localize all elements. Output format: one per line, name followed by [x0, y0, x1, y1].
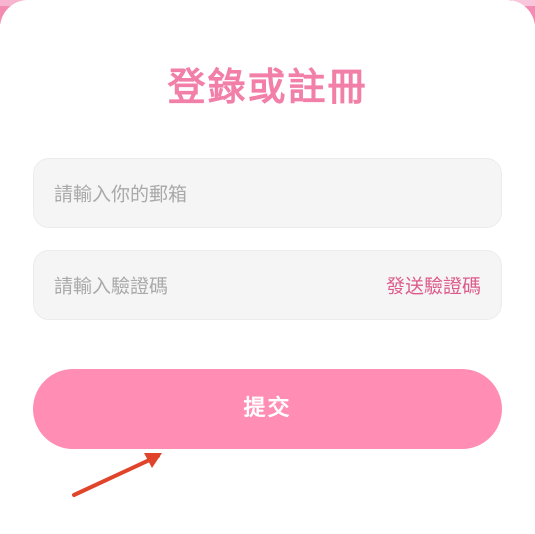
submit-button[interactable]: 提交 — [33, 369, 502, 449]
send-code-button[interactable]: 發送驗證碼 — [386, 272, 481, 299]
verification-code-field[interactable]: 請輸入驗證碼 發送驗證碼 — [33, 250, 502, 320]
page-title: 登錄或註冊 — [167, 65, 368, 109]
email-field[interactable]: 請輸入你的郵箱 — [33, 158, 502, 228]
email-placeholder: 請輸入你的郵箱 — [54, 183, 188, 206]
arrow-icon — [72, 453, 162, 497]
verification-code-placeholder: 請輸入驗證碼 — [54, 275, 169, 298]
login-card: 登錄或註冊 請輸入你的郵箱 請輸入驗證碼 發送驗證碼 提交 — [0, 0, 535, 534]
